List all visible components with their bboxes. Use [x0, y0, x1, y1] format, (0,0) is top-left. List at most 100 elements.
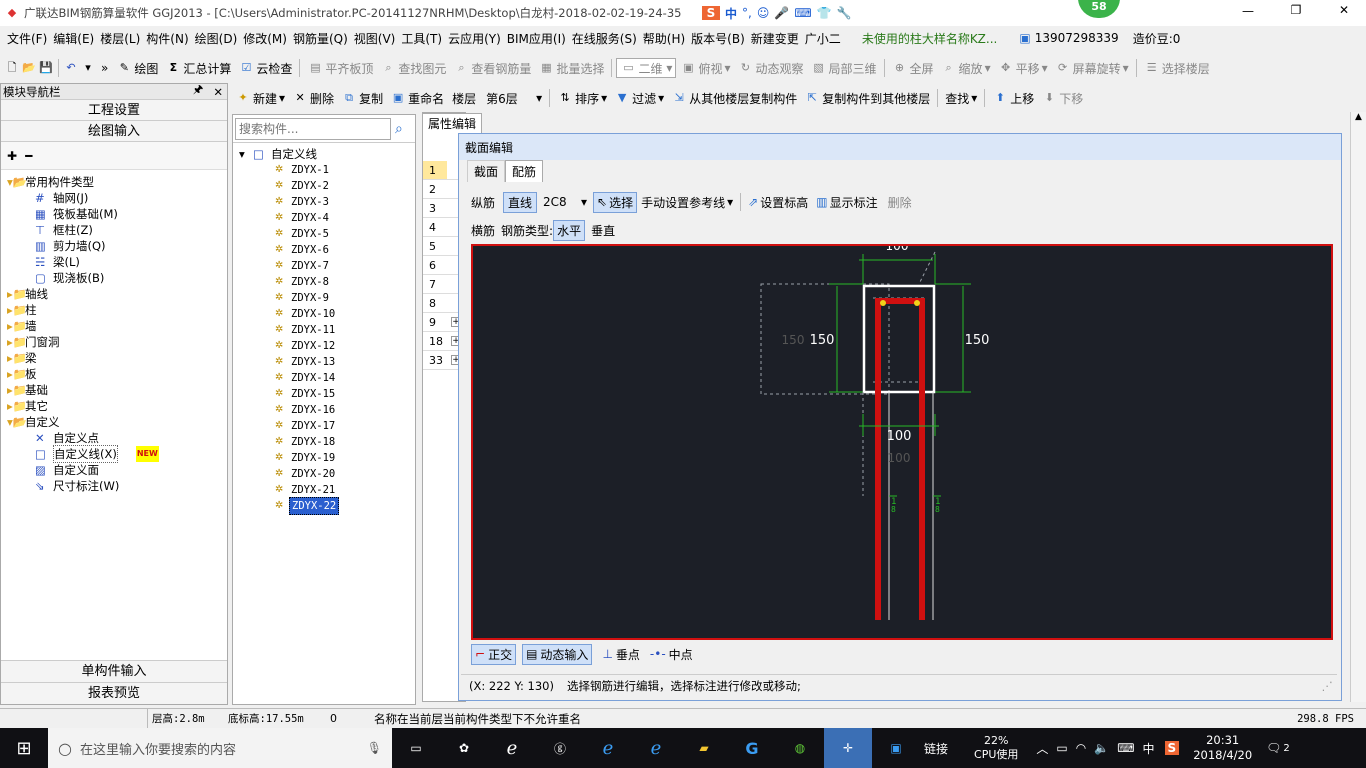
menu-item[interactable]: 视图(V): [351, 30, 399, 47]
floor-select[interactable]: 第6层 ▾: [483, 88, 545, 108]
move-up-button[interactable]: ⬆ 上移: [989, 87, 1037, 109]
tree-folder-common[interactable]: ▾📂 常用构件类型: [7, 174, 227, 190]
move-down-button[interactable]: ⬇ 下移: [1038, 87, 1086, 109]
menu-item[interactable]: 文件(F): [4, 30, 50, 47]
menu-item[interactable]: 帮助(H): [640, 30, 688, 47]
section-drawing[interactable]: 100 150 150 150 100 100 1 8 1 8: [473, 246, 1331, 638]
component-item[interactable]: ✲ ZDYX-13: [239, 354, 415, 370]
dimension-select[interactable]: ▭ 二维 ▾: [616, 58, 677, 78]
component-item[interactable]: ✲ ZDYX-16: [239, 402, 415, 418]
tree-item-component[interactable]: # 轴网(J): [7, 190, 227, 206]
menu-item[interactable]: 编辑(E): [50, 30, 97, 47]
ime-mode[interactable]: 中: [725, 5, 737, 22]
main-scrollbar[interactable]: ▲: [1350, 112, 1366, 702]
top-view-button[interactable]: ▣ 俯视 ▾: [677, 57, 733, 79]
component-item[interactable]: ✲ ZDYX-2: [239, 178, 415, 194]
component-item[interactable]: ✲ ZDYX-9: [239, 290, 415, 306]
clock[interactable]: 20:31 2018/4/20: [1193, 733, 1252, 763]
menu-item[interactable]: 新建变更: [748, 30, 802, 47]
vertical-button[interactable]: 垂直: [591, 222, 615, 239]
tree-folder[interactable]: ▸📁 梁: [7, 350, 227, 366]
component-item[interactable]: ✲ ZDYX-14: [239, 370, 415, 386]
component-item[interactable]: ✲ ZDYX-1: [239, 162, 415, 178]
component-item[interactable]: ✲ ZDYX-7: [239, 258, 415, 274]
set-elevation-button[interactable]: ⇗ 设置标高: [748, 194, 808, 211]
coin-count[interactable]: 造价豆:0: [1133, 30, 1181, 47]
find-element-button[interactable]: ⌕ 查找图元: [377, 57, 449, 79]
keyboard-icon[interactable]: ⌨: [794, 6, 811, 20]
component-item[interactable]: ✲ ZDYX-3: [239, 194, 415, 210]
task-view-icon[interactable]: ▭: [392, 741, 440, 755]
menu-item[interactable]: 工具(T): [398, 30, 445, 47]
cpu-meter[interactable]: 22% CPU使用: [974, 734, 1018, 762]
tree-folder[interactable]: ▸📁 柱: [7, 302, 227, 318]
report-preview-button[interactable]: 报表预览: [1, 682, 227, 704]
manual-ref-line-button[interactable]: 手动设置参考线 ▾: [641, 194, 733, 211]
edge-icon[interactable]: ℯ: [584, 738, 632, 759]
collapse-icon[interactable]: ▾: [239, 146, 253, 162]
tree-item-custom[interactable]: ▨ 自定义面: [7, 462, 227, 478]
tray-chevron-icon[interactable]: ︿: [1036, 740, 1048, 757]
tree-item-custom[interactable]: ✕ 自定义点: [7, 430, 227, 446]
rotate-button[interactable]: ⟳ 屏幕旋转 ▾: [1052, 57, 1132, 79]
new-component-button[interactable]: ✦ 新建 ▾: [232, 87, 288, 109]
menu-item[interactable]: 楼层(L): [97, 30, 143, 47]
app-pinwheel-icon[interactable]: ✿: [440, 741, 488, 755]
close-button[interactable]: ✕: [1334, 3, 1354, 17]
select-floor-button[interactable]: ☰ 选择楼层: [1141, 57, 1213, 79]
collapse-all-icon[interactable]: ━: [25, 149, 32, 163]
tree-item-component[interactable]: ⊤ 框柱(Z): [7, 222, 227, 238]
component-item[interactable]: ✲ ZDYX-10: [239, 306, 415, 322]
taskbar-search[interactable]: ○ 在这里输入你要搜索的内容 🎙: [48, 728, 392, 768]
close-icon[interactable]: ✕: [213, 85, 223, 99]
network-icon[interactable]: ◠: [1076, 741, 1086, 755]
tab-rebar[interactable]: 配筋: [505, 160, 544, 182]
tab-section[interactable]: 截面: [467, 160, 506, 182]
minimize-button[interactable]: —: [1238, 4, 1258, 18]
tree-folder-custom[interactable]: ▾📂 自定义: [7, 414, 227, 430]
filter-button[interactable]: ▼ 过滤 ▾: [611, 87, 667, 109]
menu-item[interactable]: 钢筋量(Q): [290, 30, 351, 47]
component-item[interactable]: ✲ ZDYX-21: [239, 482, 415, 498]
tools-icon[interactable]: 🔧: [837, 6, 852, 20]
open-file-icon[interactable]: 📂: [21, 60, 37, 76]
ie-blue-icon[interactable]: ℯ: [632, 738, 680, 759]
volume-icon[interactable]: 🔈: [1094, 741, 1109, 755]
draw-button[interactable]: ✎ 绘图: [113, 57, 161, 79]
ime-toolbar[interactable]: S 中 °, ☺ 🎤 ⌨ 👕 🔧: [702, 3, 852, 23]
menu-item[interactable]: 在线服务(S): [569, 30, 640, 47]
project-settings-button[interactable]: 工程设置: [1, 100, 227, 121]
menu-item[interactable]: BIM应用(I): [504, 30, 569, 47]
perpendicular-button[interactable]: ⊥ 垂点: [602, 646, 639, 663]
active-app-icon[interactable]: ✛: [824, 728, 872, 768]
tree-item-component[interactable]: ▥ 剪力墙(Q): [7, 238, 227, 254]
horizontal-button[interactable]: 水平: [553, 219, 586, 241]
midpoint-button[interactable]: -•- 中点: [650, 646, 693, 663]
fullscreen-button[interactable]: ⊕ 全屏: [889, 57, 937, 79]
pan-button[interactable]: ✥ 平移 ▾: [995, 57, 1051, 79]
tree-folder[interactable]: ▸📁 基础: [7, 382, 227, 398]
search-input[interactable]: [235, 117, 391, 140]
file-explorer-icon[interactable]: ▰: [680, 741, 728, 755]
zoom-button[interactable]: ⌕ 缩放 ▾: [938, 57, 994, 79]
expand-all-icon[interactable]: ✚: [7, 149, 17, 163]
restore-button[interactable]: ❐: [1286, 3, 1306, 17]
action-center[interactable]: 🗨 2: [1266, 741, 1290, 755]
pin-icon[interactable]: 🖈: [193, 82, 204, 101]
new-file-icon[interactable]: 🗋: [4, 60, 20, 76]
microphone-icon[interactable]: 🎙: [367, 741, 382, 755]
tree-folder[interactable]: ▸📁 轴线: [7, 286, 227, 302]
section-canvas[interactable]: 100 150 150 150 100 100 1 8 1 8: [471, 244, 1333, 640]
mic-icon[interactable]: 🎤: [774, 6, 789, 20]
battery-icon[interactable]: ▭: [1056, 741, 1067, 755]
tree-item-custom[interactable]: ⇘ 尺寸标注(W): [7, 478, 227, 494]
dynamic-input-button[interactable]: ▤ 动态输入: [522, 643, 593, 665]
tree-item-component[interactable]: ☵ 梁(L): [7, 254, 227, 270]
line-mode-button[interactable]: 直线: [503, 191, 538, 213]
component-item[interactable]: ✲ ZDYX-4: [239, 210, 415, 226]
punct-icon[interactable]: °,: [742, 6, 752, 20]
component-item[interactable]: ✲ ZDYX-8: [239, 274, 415, 290]
component-item[interactable]: ✲ ZDYX-6: [239, 242, 415, 258]
image-app-icon[interactable]: ▣: [872, 741, 920, 755]
component-item[interactable]: ✲ ZDYX-5: [239, 226, 415, 242]
